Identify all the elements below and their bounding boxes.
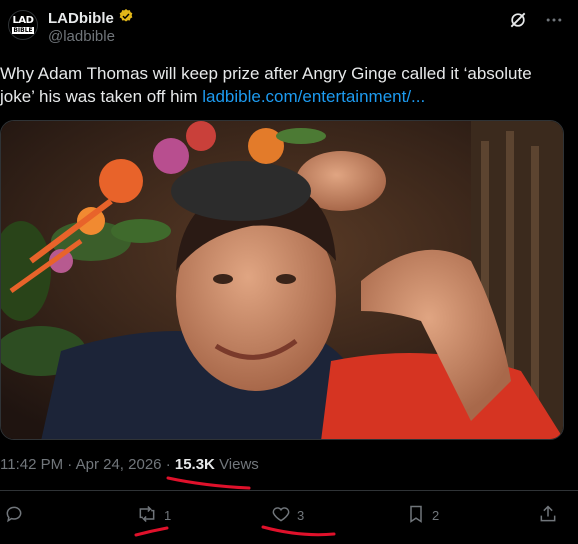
meta-separator: · xyxy=(67,456,73,473)
bookmark-count: 2 xyxy=(432,507,440,523)
like-count: 3 xyxy=(297,507,305,523)
avatar-logo-text: LAD xyxy=(12,15,34,26)
views-label: Views xyxy=(219,456,259,473)
tweet-date[interactable]: Apr 24, 2026 xyxy=(76,456,162,473)
tweet-meta: 11:42 PM · Apr 24, 2026 · 15.3K Views xyxy=(0,456,259,473)
article-link[interactable]: ladbible.com/entertainment/... xyxy=(202,87,425,106)
retweet-button[interactable]: 1 xyxy=(136,498,171,532)
meta-separator: · xyxy=(165,456,171,473)
grok-icon[interactable] xyxy=(508,10,528,30)
share-icon xyxy=(538,504,558,527)
tweet-time[interactable]: 11:42 PM xyxy=(0,456,63,473)
bookmark-button[interactable]: 2 xyxy=(406,498,439,532)
retweet-icon xyxy=(136,504,158,527)
more-icon[interactable] xyxy=(544,10,564,30)
share-button[interactable] xyxy=(538,498,558,532)
bookmark-icon xyxy=(406,504,426,527)
divider xyxy=(0,490,578,491)
tweet-photo xyxy=(1,121,563,439)
views-count: 15.3K xyxy=(174,456,215,473)
reply-button[interactable] xyxy=(4,498,30,532)
tweet-text: Why Adam Thomas will keep prize after An… xyxy=(0,62,560,108)
like-button[interactable]: 3 xyxy=(271,498,304,532)
verified-badge-icon xyxy=(118,8,134,28)
action-bar: 1 3 2 xyxy=(0,498,578,532)
heart-icon xyxy=(271,504,291,527)
tweet-image[interactable] xyxy=(0,120,564,440)
author-handle[interactable]: @ladbible xyxy=(48,28,115,45)
reply-icon xyxy=(4,504,24,527)
avatar-logo-subtext: BIBLE xyxy=(12,27,34,34)
author-name-text: LADbible xyxy=(48,9,114,27)
author-name[interactable]: LADbible xyxy=(48,8,134,28)
avatar[interactable]: LAD BIBLE xyxy=(8,10,38,40)
retweet-count: 1 xyxy=(164,507,172,523)
